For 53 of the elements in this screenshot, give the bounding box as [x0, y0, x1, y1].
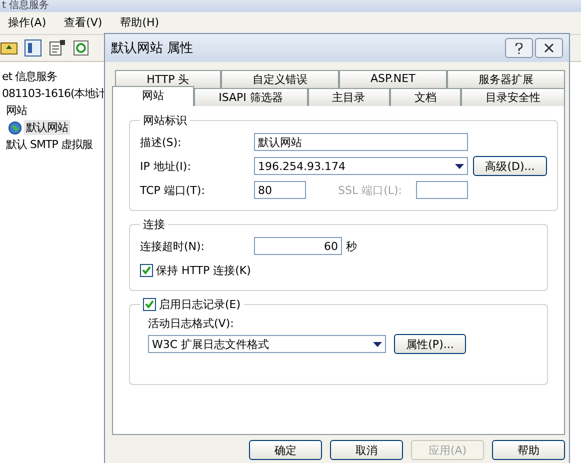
field-label: IP 地址(I): — [140, 158, 192, 174]
unit-label: 秒 — [346, 238, 357, 254]
window-title: t 信息服务 — [0, 0, 581, 12]
description-field[interactable]: 默认网站 — [254, 133, 468, 151]
timeout-field[interactable]: 60 — [254, 237, 342, 255]
field-label: 活动日志格式(V): — [148, 316, 235, 331]
globe-icon — [8, 120, 22, 134]
close-button[interactable] — [535, 38, 563, 58]
properties-icon[interactable] — [48, 39, 66, 57]
dropdown-arrow-icon[interactable] — [373, 342, 382, 346]
tree-item[interactable]: 081103-1616(本地计 — [0, 86, 108, 101]
tab[interactable]: 服务器扩展 — [446, 70, 565, 88]
tab[interactable]: 文档 — [390, 88, 461, 106]
group-title: 连接 — [142, 217, 166, 232]
tree-item[interactable]: et 信息服务 — [0, 69, 60, 84]
group-title: 网站标识 — [142, 113, 188, 128]
dropdown-arrow-icon[interactable] — [455, 164, 464, 168]
tab[interactable]: 网站 — [112, 86, 194, 106]
advanced-button[interactable]: 高级(D)... — [473, 156, 547, 176]
tab[interactable]: ISAPI 筛选器 — [194, 88, 308, 106]
dialog-button[interactable]: 帮助 — [492, 440, 565, 460]
help-icon — [515, 42, 523, 54]
help-button[interactable] — [505, 38, 533, 58]
field-label: 描述(S): — [140, 134, 182, 150]
tree-item[interactable]: 默认 SMTP 虚拟服 — [4, 137, 94, 152]
menu-item[interactable]: 操作(A) — [6, 14, 48, 31]
close-icon — [544, 43, 554, 53]
ip-address-dropdown[interactable]: 196.254.93.174 — [254, 157, 468, 175]
tab[interactable]: 自定义错误 — [220, 70, 339, 88]
field-label: TCP 端口(T): — [140, 182, 206, 198]
checkbox[interactable] — [143, 298, 156, 311]
checkbox-label: 启用日志记录(E) — [159, 297, 241, 312]
checkbox[interactable] — [140, 264, 153, 276]
refresh-icon[interactable] — [72, 39, 90, 57]
checkbox-label: 保持 HTTP 连接(K) — [156, 262, 251, 278]
field-label: 连接超时(N): — [140, 238, 206, 254]
ssl-port-field[interactable] — [416, 181, 468, 199]
tab[interactable]: HTTP 头 — [115, 70, 221, 88]
tab[interactable]: 主目录 — [308, 88, 390, 106]
dialog-title: 默认网站 属性 — [111, 40, 194, 57]
tcp-port-field[interactable]: 80 — [254, 181, 306, 199]
field-label: SSL 端口(L): — [338, 182, 404, 198]
properties-button[interactable]: 属性(P)... — [394, 334, 466, 354]
tree-item[interactable]: 默认网站 — [24, 120, 70, 135]
tab[interactable]: 目录安全性 — [460, 88, 566, 106]
dialog-button[interactable]: 确定 — [249, 440, 322, 460]
menu-item[interactable]: 帮助(H) — [118, 14, 162, 31]
panel-toggle-icon[interactable] — [24, 39, 42, 57]
dialog-button[interactable]: 取消 — [330, 440, 403, 460]
tab[interactable]: ASP.NET — [338, 70, 447, 88]
tree-item[interactable]: 网站 — [4, 103, 29, 118]
menu-item[interactable]: 查看(V) — [62, 14, 104, 31]
log-format-dropdown[interactable]: W3C 扩展日志文件格式 — [148, 335, 386, 353]
